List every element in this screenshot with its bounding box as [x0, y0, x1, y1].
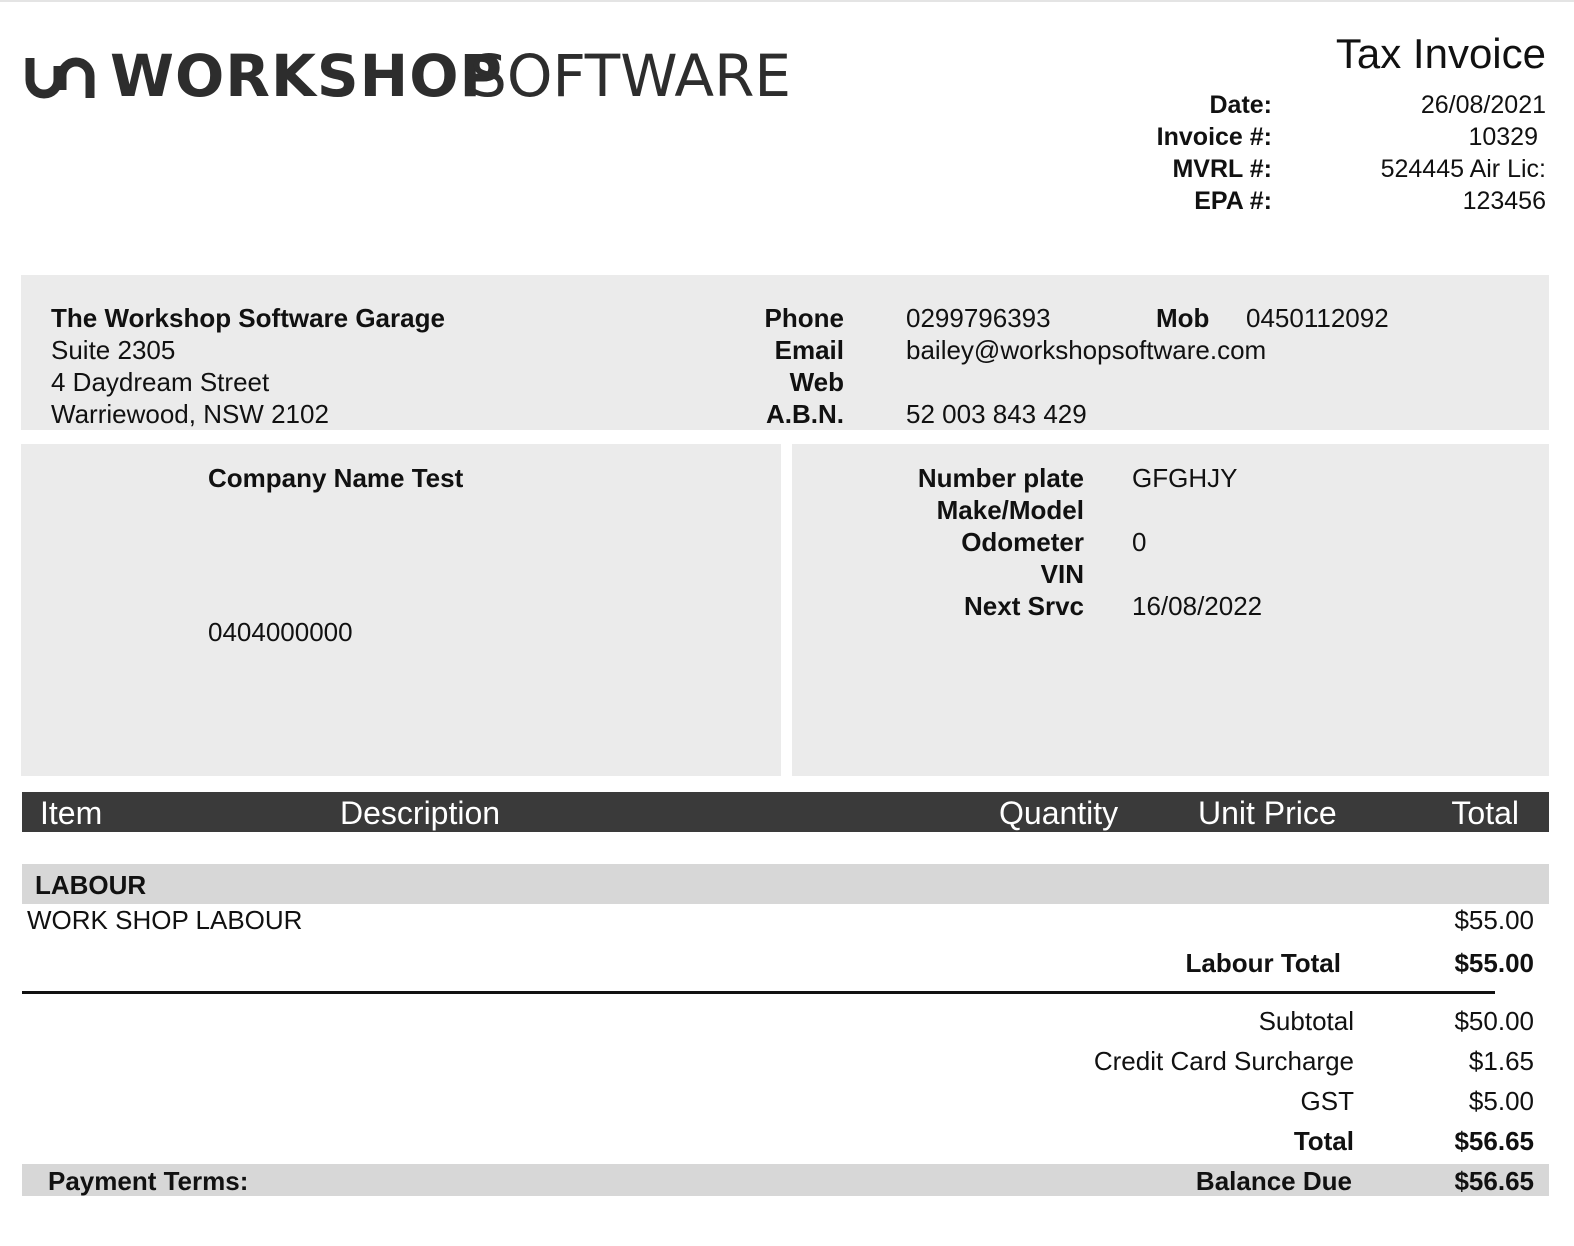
logo-wordmark-light: SOFTWARE: [470, 42, 792, 110]
subtotal-label: Subtotal: [1258, 1006, 1354, 1036]
top-border: [0, 0, 1574, 2]
workshop-logo-icon: [25, 57, 95, 99]
date-value: 26/08/2021: [1420, 91, 1546, 119]
epa-value: 123456: [1462, 187, 1546, 215]
epa-label: EPA #:: [1194, 187, 1272, 215]
mvrl-label: MVRL #:: [1172, 155, 1272, 183]
section-total-value: $55.00: [1454, 948, 1534, 978]
totals-divider: [22, 991, 1495, 994]
total-value: $56.65: [1454, 1126, 1534, 1156]
column-header-quantity: Quantity: [999, 795, 1119, 831]
surcharge-value: $1.65: [1468, 1046, 1534, 1076]
odometer-value: 0: [1132, 527, 1147, 557]
section-total-label: Labour Total: [1185, 948, 1341, 978]
logo-wordmark-bold: WORKSHOP: [110, 42, 504, 110]
line-item-total: $55.00: [1454, 905, 1534, 935]
section-title: LABOUR: [35, 870, 147, 900]
business-name: The Workshop Software Garage: [51, 303, 445, 333]
invoice-number-value: 10329: [1468, 123, 1538, 151]
mob-value: 0450112092: [1246, 303, 1389, 333]
balance-due-value: $56.65: [1454, 1166, 1534, 1196]
gst-label: GST: [1300, 1086, 1354, 1116]
customer-phone: 0404000000: [208, 617, 353, 647]
web-label: Web: [789, 367, 844, 397]
subtotal-value: $50.00: [1454, 1006, 1534, 1036]
business-address-line-2: 4 Daydream Street: [51, 367, 270, 397]
surcharge-label: Credit Card Surcharge: [1093, 1046, 1354, 1076]
column-header-total: Total: [1451, 795, 1519, 831]
gst-value: $5.00: [1468, 1086, 1534, 1116]
balance-due-label: Balance Due: [1195, 1166, 1352, 1196]
phone-label: Phone: [764, 303, 844, 333]
business-address-line-3: Warriewood, NSW 2102: [51, 399, 329, 429]
line-item-description: WORK SHOP LABOUR: [27, 905, 303, 935]
customer-name: Company Name Test: [208, 463, 464, 493]
column-header-item: Item: [40, 795, 103, 831]
document-title: Tax Invoice: [1335, 30, 1546, 77]
phone-value: 0299796393: [906, 303, 1051, 333]
business-address-line-1: Suite 2305: [51, 335, 176, 365]
number-plate-label: Number plate: [917, 463, 1084, 493]
date-label: Date:: [1209, 91, 1272, 119]
payment-terms-label: Payment Terms:: [48, 1166, 249, 1196]
next-service-label: Next Srvc: [964, 591, 1084, 621]
abn-value: 52 003 843 429: [906, 399, 1087, 429]
vin-label: VIN: [1040, 559, 1084, 589]
mvrl-value: 524445 Air Lic:: [1380, 155, 1546, 183]
number-plate-value: GFGHJY: [1132, 463, 1238, 493]
email-value: bailey@workshopsoftware.com: [906, 335, 1267, 365]
table-header: Item Description Quantity Unit Price Tot…: [22, 792, 1549, 832]
total-label: Total: [1293, 1126, 1354, 1156]
section-heading-bar: LABOUR: [22, 864, 1549, 904]
mob-label: Mob: [1156, 303, 1210, 333]
column-header-description: Description: [340, 795, 501, 831]
abn-label: A.B.N.: [766, 399, 844, 429]
email-label: Email: [774, 335, 844, 365]
odometer-label: Odometer: [961, 527, 1084, 557]
make-model-label: Make/Model: [936, 495, 1084, 525]
invoice-number-label: Invoice #:: [1156, 123, 1272, 151]
column-header-unit-price: Unit Price: [1198, 795, 1337, 831]
next-service-value: 16/08/2022: [1132, 591, 1263, 621]
